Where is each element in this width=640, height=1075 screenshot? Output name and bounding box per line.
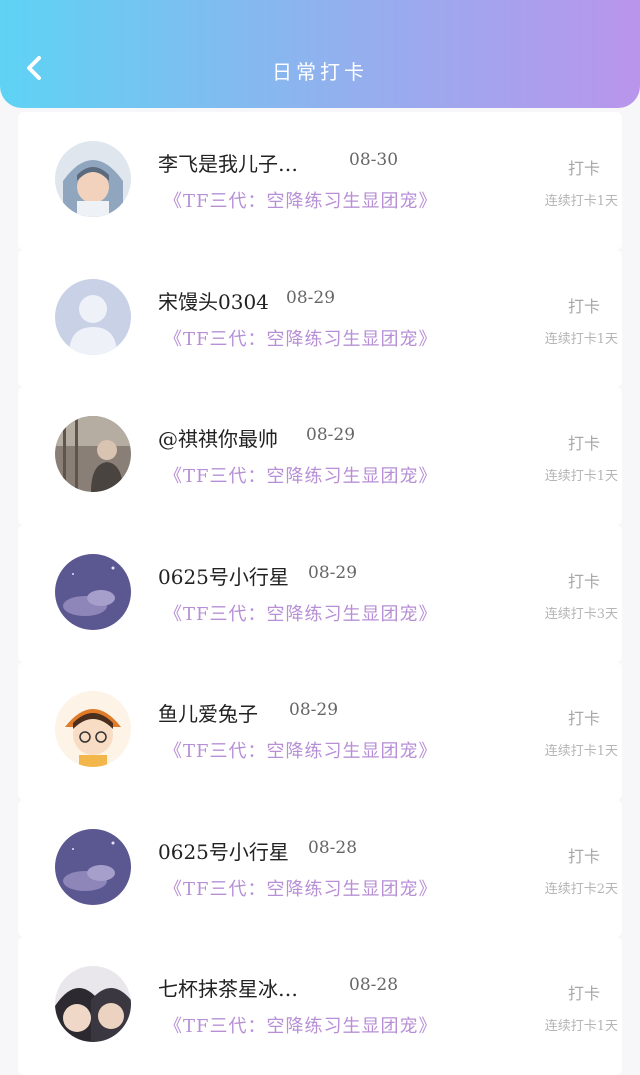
page-title: 日常打卡 <box>272 60 368 84</box>
streak-count: 连续打卡1天 <box>544 744 618 759</box>
list-item[interactable]: 宋馒头0304 08-29 《TF三代：空降练习生显团宠》 打卡 连续打卡1天 <box>18 249 622 387</box>
checkin-date: 08-29 <box>308 562 358 583</box>
user-name: @祺祺你最帅 <box>158 427 278 451</box>
checkin-list: 李飞是我儿子… 08-30 《TF三代：空降练习生显团宠》 打卡 连续打卡1天 … <box>0 112 640 1075</box>
group-name[interactable]: 《TF三代：空降练习生显团宠》 <box>164 462 438 488</box>
checkin-label: 打卡 <box>567 984 600 1003</box>
avatar[interactable] <box>55 416 131 492</box>
streak-count: 连续打卡1天 <box>544 194 618 209</box>
app-header: 日常打卡 <box>0 0 640 108</box>
checkin-label: 打卡 <box>567 296 600 316</box>
group-name[interactable]: 《TF三代：空降练习生显团宠》 <box>164 325 438 351</box>
avatar[interactable] <box>55 828 131 905</box>
user-name: 宋馒头0304 <box>158 289 269 314</box>
streak-count: 连续打卡2天 <box>544 881 618 897</box>
streak-count: 连续打卡3天 <box>544 606 618 622</box>
checkin-date: 08-30 <box>349 150 399 170</box>
checkin-date: 08-29 <box>289 700 339 720</box>
list-item[interactable]: 0625号小行星 08-29 《TF三代：空降练习生显团宠》 打卡 连续打卡3天 <box>18 524 622 662</box>
avatar[interactable] <box>55 141 131 217</box>
group-name[interactable]: 《TF三代：空降练习生显团宠》 <box>164 875 438 901</box>
user-name: 0625号小行星 <box>158 839 289 864</box>
group-name[interactable]: 《TF三代：空降练习生显团宠》 <box>164 737 438 763</box>
avatar[interactable] <box>55 966 131 1042</box>
list-item[interactable]: 七杯抹茶星冰… 08-28 《TF三代：空降练习生显团宠》 打卡 连续打卡1天 <box>18 937 622 1075</box>
avatar[interactable] <box>55 278 131 355</box>
user-name: 0625号小行星 <box>158 564 289 589</box>
checkin-label: 打卡 <box>567 159 600 178</box>
checkin-label: 打卡 <box>567 846 600 866</box>
streak-count: 连续打卡1天 <box>544 1019 618 1034</box>
checkin-date: 08-28 <box>349 975 399 995</box>
checkin-label: 打卡 <box>567 709 600 728</box>
list-item[interactable]: @祺祺你最帅 08-29 《TF三代：空降练习生显团宠》 打卡 连续打卡1天 <box>18 387 622 525</box>
checkin-date: 08-28 <box>308 837 358 858</box>
user-name: 七杯抹茶星冰… <box>158 977 298 1001</box>
group-name[interactable]: 《TF三代：空降练习生显团宠》 <box>164 187 438 213</box>
streak-count: 连续打卡1天 <box>544 331 618 347</box>
checkin-label: 打卡 <box>567 434 600 453</box>
checkin-date: 08-29 <box>306 425 356 445</box>
user-name: 鱼儿爱兔子 <box>158 702 258 726</box>
checkin-label: 打卡 <box>567 571 600 591</box>
list-item[interactable]: 李飞是我儿子… 08-30 《TF三代：空降练习生显团宠》 打卡 连续打卡1天 <box>18 112 622 250</box>
avatar[interactable] <box>55 691 131 767</box>
group-name[interactable]: 《TF三代：空降练习生显团宠》 <box>164 600 438 626</box>
avatar[interactable] <box>55 553 131 630</box>
checkin-date: 08-29 <box>286 287 336 308</box>
user-name: 李飞是我儿子… <box>158 152 298 176</box>
streak-count: 连续打卡1天 <box>544 469 618 484</box>
list-item[interactable]: 鱼儿爱兔子 08-29 《TF三代：空降练习生显团宠》 打卡 连续打卡1天 <box>18 662 622 800</box>
group-name[interactable]: 《TF三代：空降练习生显团宠》 <box>164 1012 438 1038</box>
list-item[interactable]: 0625号小行星 08-28 《TF三代：空降练习生显团宠》 打卡 连续打卡2天 <box>18 799 622 937</box>
